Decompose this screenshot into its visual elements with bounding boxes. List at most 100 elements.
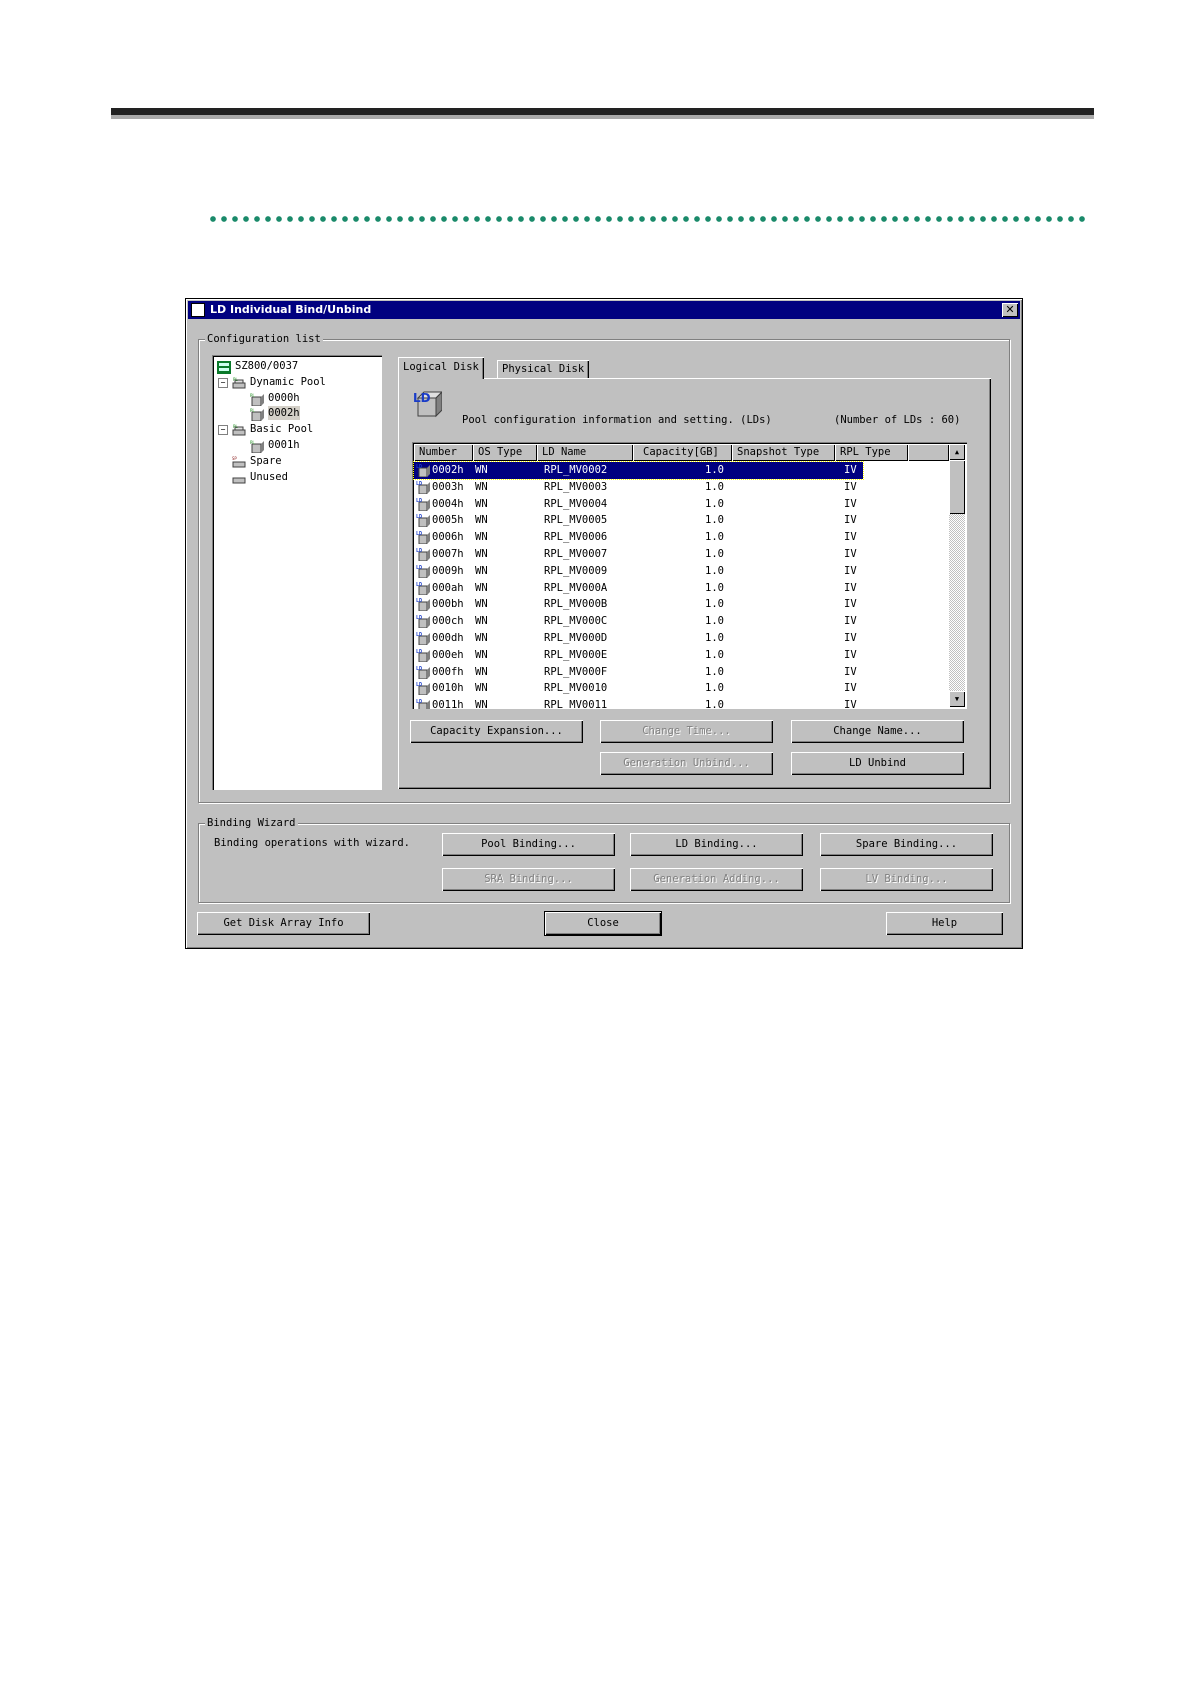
table-cell: IV: [844, 480, 857, 493]
table-row[interactable]: LD 0006h WN RPL_MV0006 1.0 IV: [414, 529, 863, 546]
table-cell: IV: [844, 699, 857, 709]
tree-node-label[interactable]: Basic Pool: [250, 422, 313, 436]
table-row[interactable]: LD 000ch WN RPL_MV000C 1.0 IV: [414, 613, 863, 630]
svg-text:LD: LD: [416, 498, 422, 504]
pool-ld-icon: PL: [250, 406, 264, 422]
table-row[interactable]: LD 000dh WN RPL_MV000D 1.0 IV: [414, 630, 863, 647]
close-window-button[interactable]: ✕: [1002, 303, 1018, 317]
table-cell: WN: [475, 665, 488, 678]
change-name-button[interactable]: Change Name...: [791, 720, 964, 743]
pool-ld-icon: PL: [250, 391, 264, 407]
panel-info-text: Pool configuration information and setti…: [462, 414, 772, 426]
table-cell: 1.0: [705, 615, 724, 628]
table-cell: 000fh: [432, 665, 464, 678]
tree-node-label[interactable]: 0002h: [268, 406, 300, 420]
svg-text:LD: LD: [416, 548, 422, 554]
ld-row-icon: LD: [416, 648, 430, 663]
table-cell: RPL_MV000B: [544, 598, 608, 611]
tree-node-label[interactable]: Unused: [250, 470, 288, 484]
sra-binding-button[interactable]: SRA Binding...: [442, 868, 615, 891]
ld-row-icon: LD: [416, 547, 430, 562]
tree-expander[interactable]: −: [218, 378, 228, 388]
table-cell: 1.0: [705, 699, 724, 709]
table-row[interactable]: LD 0004h WN RPL_MV0004 1.0 IV: [414, 496, 863, 513]
table-cell: WN: [475, 581, 488, 594]
svg-text:LD: LD: [416, 565, 422, 571]
column-header-ld-name[interactable]: LD Name: [537, 444, 633, 461]
table-row[interactable]: LD 0009h WN RPL_MV0009 1.0 IV: [414, 563, 863, 580]
scroll-down-button[interactable]: ▼: [949, 691, 965, 707]
pool-binding-button[interactable]: Pool Binding...: [442, 833, 615, 856]
table-cell: 0009h: [432, 564, 464, 577]
column-header-capacity[interactable]: Capacity[GB]: [633, 444, 732, 461]
table-cell: 1.0: [705, 581, 724, 594]
title-bar[interactable]: LD Individual Bind/Unbind ✕: [188, 301, 1020, 319]
tree-node-label[interactable]: 0000h: [268, 391, 300, 405]
table-cell: WN: [475, 682, 488, 695]
ld-list-scrollbar[interactable]: ▲ ▼: [949, 444, 965, 707]
table-row[interactable]: LD 0002h WN RPL_MV0002 1.0 IV: [413, 461, 864, 480]
column-header-rpl-type[interactable]: RPL Type: [835, 444, 908, 461]
tree-expander[interactable]: −: [218, 425, 228, 435]
pool-icon: PL: [232, 422, 246, 436]
svg-text:PL: PL: [233, 424, 238, 429]
column-header-snapshot-type[interactable]: Snapshot Type: [732, 444, 835, 461]
binding-wizard-label: Binding Wizard: [205, 816, 298, 830]
change-time-button[interactable]: Change Time...: [600, 720, 773, 743]
table-row[interactable]: LD 000fh WN RPL_MV000F 1.0 IV: [414, 664, 863, 681]
ld-binding-button[interactable]: LD Binding...: [630, 833, 803, 856]
tab-physical-disk[interactable]: Physical Disk: [497, 360, 590, 378]
table-cell: RPL_MV000E: [544, 648, 608, 661]
table-cell: 1.0: [705, 531, 724, 544]
table-cell: WN: [475, 497, 488, 510]
table-row[interactable]: LD 0010h WN RPL_MV0010 1.0 IV: [414, 680, 863, 697]
configuration-tree[interactable]: SZ800/0037− PL Dynamic Pool PL 0000h PL 0002h −…: [212, 355, 382, 790]
svg-text:LD: LD: [416, 582, 422, 588]
ld-unbind-button[interactable]: LD Unbind: [791, 752, 964, 775]
column-header-os-type[interactable]: OS Type: [473, 444, 537, 461]
table-cell: 0004h: [432, 497, 464, 510]
table-cell: RPL_MV0009: [544, 564, 608, 577]
generation-adding-button[interactable]: Generation Adding...: [630, 868, 803, 891]
table-cell: 0011h: [432, 699, 464, 709]
table-cell: WN: [475, 514, 488, 527]
table-row[interactable]: LD 000eh WN RPL_MV000E 1.0 IV: [414, 647, 863, 664]
tree-node-label[interactable]: 0001h: [268, 438, 300, 452]
ld-row-icon: LD: [416, 480, 430, 495]
table-row[interactable]: LD 0005h WN RPL_MV0005 1.0 IV: [414, 512, 863, 529]
svg-text:LD: LD: [416, 481, 422, 487]
ld-count-text: (Number of LDs : 60): [834, 414, 961, 426]
scroll-up-button[interactable]: ▲: [949, 444, 965, 460]
column-header-number[interactable]: Number: [414, 444, 473, 461]
ld-list[interactable]: Number OS Type LD Name Capacity[GB] Snap…: [412, 442, 967, 709]
svg-text:LD: LD: [416, 531, 422, 537]
scroll-thumb[interactable]: [949, 460, 965, 514]
ld-row-icon: LD: [416, 497, 430, 512]
tree-node-label[interactable]: SZ800/0037: [235, 359, 298, 373]
table-cell: 0007h: [432, 548, 464, 560]
table-row[interactable]: LD 000ah WN RPL_MV000A 1.0 IV: [414, 580, 863, 597]
app-icon: [191, 303, 205, 317]
table-row[interactable]: LD 0011h WN RPL_MV0011 1.0 IV: [414, 697, 863, 709]
close-button[interactable]: Close: [544, 911, 662, 936]
spare-binding-button[interactable]: Spare Binding...: [820, 833, 993, 856]
table-cell: 0002h: [432, 464, 464, 476]
table-cell: 1.0: [705, 682, 724, 695]
tree-node-label[interactable]: Dynamic Pool: [250, 375, 326, 389]
tab-logical-disk[interactable]: Logical Disk: [398, 357, 484, 379]
help-button[interactable]: Help: [886, 912, 1003, 935]
unused-icon: [232, 470, 246, 484]
table-cell: RPL_MV0010: [544, 682, 608, 695]
lv-binding-button[interactable]: LV Binding...: [820, 868, 993, 891]
generation-unbind-button[interactable]: Generation Unbind...: [600, 752, 773, 775]
table-row[interactable]: LD 0003h WN RPL_MV0003 1.0 IV: [414, 479, 863, 496]
table-row[interactable]: LD 0007h WN RPL_MV0007 1.0 IV: [414, 546, 863, 563]
get-disk-array-info-button[interactable]: Get Disk Array Info: [197, 912, 370, 935]
window-title: LD Individual Bind/Unbind: [210, 303, 372, 316]
column-header-filler: [908, 444, 949, 461]
capacity-expansion-button[interactable]: Capacity Expansion...: [410, 720, 583, 743]
table-cell: 0005h: [432, 514, 464, 527]
table-cell: WN: [475, 464, 488, 476]
table-row[interactable]: LD 000bh WN RPL_MV000B 1.0 IV: [414, 596, 863, 613]
tree-node-label[interactable]: Spare: [250, 454, 282, 468]
